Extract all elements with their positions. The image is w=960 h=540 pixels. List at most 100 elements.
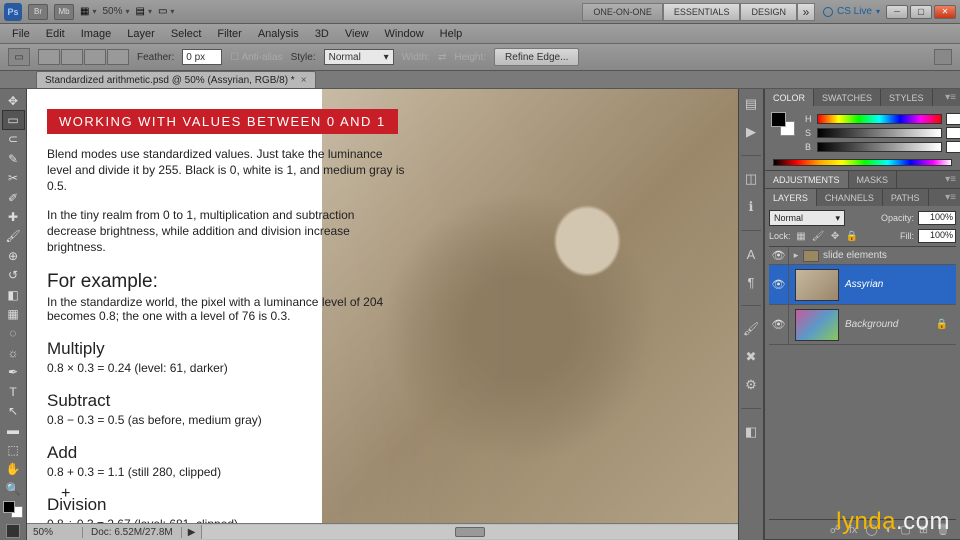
tab-layers[interactable]: LAYERS [765, 189, 817, 206]
eyedropper-tool[interactable]: ✐ [2, 188, 25, 207]
layers-panel-menu[interactable]: ▾≡ [941, 192, 960, 203]
blur-tool[interactable]: ◌ [2, 324, 25, 343]
trash-icon[interactable]: 🗑 [936, 523, 950, 536]
quick-select-tool[interactable]: ✎ [2, 149, 25, 168]
shape-tool[interactable]: ▬ [2, 421, 25, 440]
workspace-essentials[interactable]: ESSENTIALS [663, 3, 741, 21]
link-layers-icon[interactable]: ☍ [830, 523, 841, 536]
bri-input[interactable]: 0 [946, 141, 960, 153]
tab-color[interactable]: COLOR [765, 89, 814, 106]
layer-fx-icon[interactable]: fx [849, 524, 858, 536]
hand-tool[interactable]: ✋ [2, 459, 25, 478]
fill-input[interactable]: 100% [918, 229, 956, 243]
document-tab[interactable]: Standardized arithmetic.psd @ 50% (Assyr… [36, 71, 316, 88]
tab-paths[interactable]: PATHS [883, 189, 929, 206]
opacity-input[interactable]: 100% [918, 211, 956, 225]
color-foreground-background[interactable] [771, 112, 795, 136]
menu-filter[interactable]: Filter [209, 28, 249, 40]
status-zoom[interactable]: 50% [27, 527, 83, 538]
histogram-panel-icon[interactable]: ◫ [742, 170, 760, 188]
navigator-panel-icon[interactable]: ◧ [742, 423, 760, 441]
status-docsize[interactable]: Doc: 6.52M/27.8M [83, 527, 182, 538]
crop-tool[interactable]: ✂ [2, 169, 25, 188]
selection-subtract[interactable] [84, 49, 106, 65]
status-arrow-icon[interactable]: ▶ [182, 527, 202, 538]
blend-mode-dropdown[interactable]: Normal▾ [769, 210, 845, 226]
visibility-icon[interactable]: 👁 [769, 305, 789, 344]
layer-mask-icon[interactable]: ◯ [865, 523, 877, 536]
lock-transparency-icon[interactable]: ▦ [795, 230, 808, 243]
marquee-tool[interactable]: ▭ [2, 110, 25, 129]
color-panel-menu[interactable]: ▾≡ [941, 92, 960, 103]
layout-dropdown[interactable]: ▦ [80, 6, 96, 17]
lock-pixels-icon[interactable]: 🖌 [812, 230, 825, 243]
stamp-tool[interactable]: ⊕ [2, 246, 25, 265]
horizontal-scrollbar[interactable] [201, 525, 764, 539]
menu-layer[interactable]: Layer [119, 28, 163, 40]
layer-background-row[interactable]: 👁 Background 🔒 [769, 305, 956, 345]
minibridge-button[interactable]: Mb [54, 4, 74, 20]
tab-masks[interactable]: MASKS [849, 171, 898, 188]
heal-tool[interactable]: ✚ [2, 207, 25, 226]
menu-select[interactable]: Select [163, 28, 210, 40]
sat-slider[interactable] [817, 128, 942, 138]
path-tool[interactable]: ↖ [2, 401, 25, 420]
visibility-icon[interactable]: 👁 [769, 265, 789, 304]
group-disclosure-icon[interactable]: ▸ [789, 250, 803, 261]
window-maximize[interactable]: ▢ [910, 5, 932, 19]
layer-group-row[interactable]: 👁 ▸ slide elements [769, 247, 956, 265]
gradient-tool[interactable]: ▦ [2, 304, 25, 323]
menu-3d[interactable]: 3D [307, 28, 337, 40]
quickmask-toggle[interactable] [2, 522, 25, 540]
zoom-dropdown[interactable]: 50% [102, 6, 129, 17]
character-panel-icon[interactable]: A [742, 245, 760, 263]
feather-input[interactable]: 0 px [182, 49, 222, 65]
style-dropdown[interactable]: Normal▾ [324, 49, 394, 65]
window-close[interactable]: ✕ [934, 5, 956, 19]
lock-position-icon[interactable]: ✥ [829, 230, 842, 243]
eraser-tool[interactable]: ◧ [2, 285, 25, 304]
window-minimize[interactable]: ─ [886, 5, 908, 19]
group-icon[interactable]: ▢ [900, 523, 910, 536]
hue-slider[interactable] [817, 114, 942, 124]
zoom-tool[interactable]: 🔍 [2, 479, 25, 498]
menu-analysis[interactable]: Analysis [250, 28, 307, 40]
workspace-one-on-one[interactable]: ONE-ON-ONE [582, 3, 663, 21]
move-tool[interactable]: ✥ [2, 91, 25, 110]
selection-intersect[interactable] [107, 49, 129, 65]
actions-panel-icon[interactable]: ▶ [742, 123, 760, 141]
info-panel-icon[interactable]: ℹ [742, 198, 760, 216]
lasso-tool[interactable]: ⊂ [2, 130, 25, 149]
canvas[interactable]: WORKING WITH VALUES BETWEEN 0 AND 1 Blen… [27, 89, 764, 523]
type-tool[interactable]: T [2, 382, 25, 401]
visibility-icon[interactable]: 👁 [769, 247, 789, 264]
history-brush-tool[interactable]: ↺ [2, 266, 25, 285]
new-layer-icon[interactable]: ⊞ [919, 523, 928, 536]
adj-panel-menu[interactable]: ▾≡ [941, 174, 960, 185]
layer-assyrian-row[interactable]: 👁 Assyrian [769, 265, 956, 305]
menu-file[interactable]: File [4, 28, 38, 40]
bri-slider[interactable] [817, 142, 942, 152]
tab-channels[interactable]: CHANNELS [817, 189, 883, 206]
dodge-tool[interactable]: ☼ [2, 343, 25, 362]
tool-presets-panel-icon[interactable]: ✖ [742, 348, 760, 366]
paragraph-panel-icon[interactable]: ¶ [742, 273, 760, 291]
history-panel-icon[interactable]: ▤ [742, 95, 760, 113]
brush-tool[interactable]: 🖌 [2, 227, 25, 246]
3d-tool[interactable]: ⬚ [2, 440, 25, 459]
menu-view[interactable]: View [337, 28, 377, 40]
tool-preset-icon[interactable]: ▭ [8, 48, 30, 66]
panel-toggle-icon[interactable] [934, 49, 952, 65]
menu-image[interactable]: Image [73, 28, 120, 40]
workspace-more[interactable]: » [797, 3, 815, 21]
color-ramp[interactable] [773, 159, 952, 166]
screenmode-dropdown[interactable]: ▭ [158, 6, 174, 17]
menu-edit[interactable]: Edit [38, 28, 73, 40]
brush-panel-icon[interactable]: 🖌 [742, 320, 760, 338]
arrange-dropdown[interactable]: ▤ [136, 6, 152, 17]
adjustment-layer-icon[interactable]: ◐ [886, 524, 893, 536]
selection-add[interactable] [61, 49, 83, 65]
workspace-design[interactable]: DESIGN [740, 3, 797, 21]
tab-swatches[interactable]: SWATCHES [814, 89, 881, 106]
tab-styles[interactable]: STYLES [881, 89, 933, 106]
